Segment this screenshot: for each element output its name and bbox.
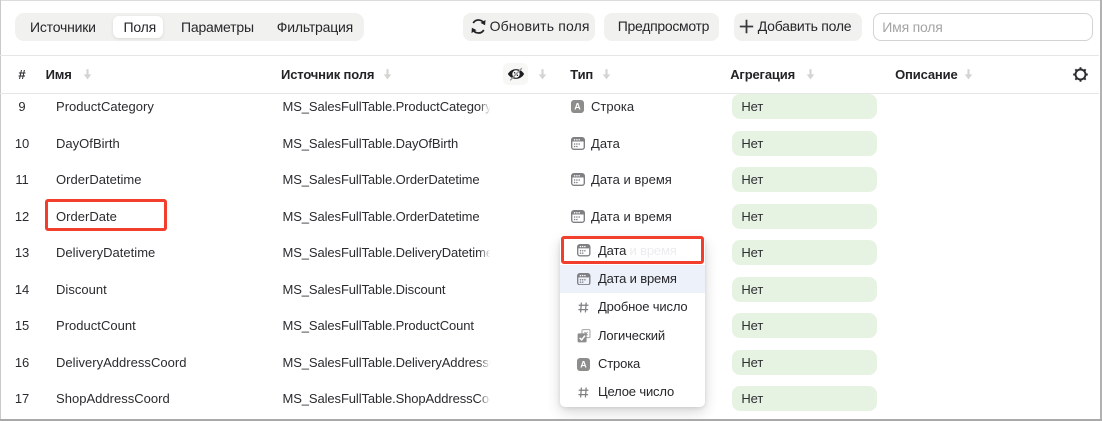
svg-text:A: A bbox=[581, 359, 588, 369]
svg-text:A: A bbox=[574, 102, 581, 112]
